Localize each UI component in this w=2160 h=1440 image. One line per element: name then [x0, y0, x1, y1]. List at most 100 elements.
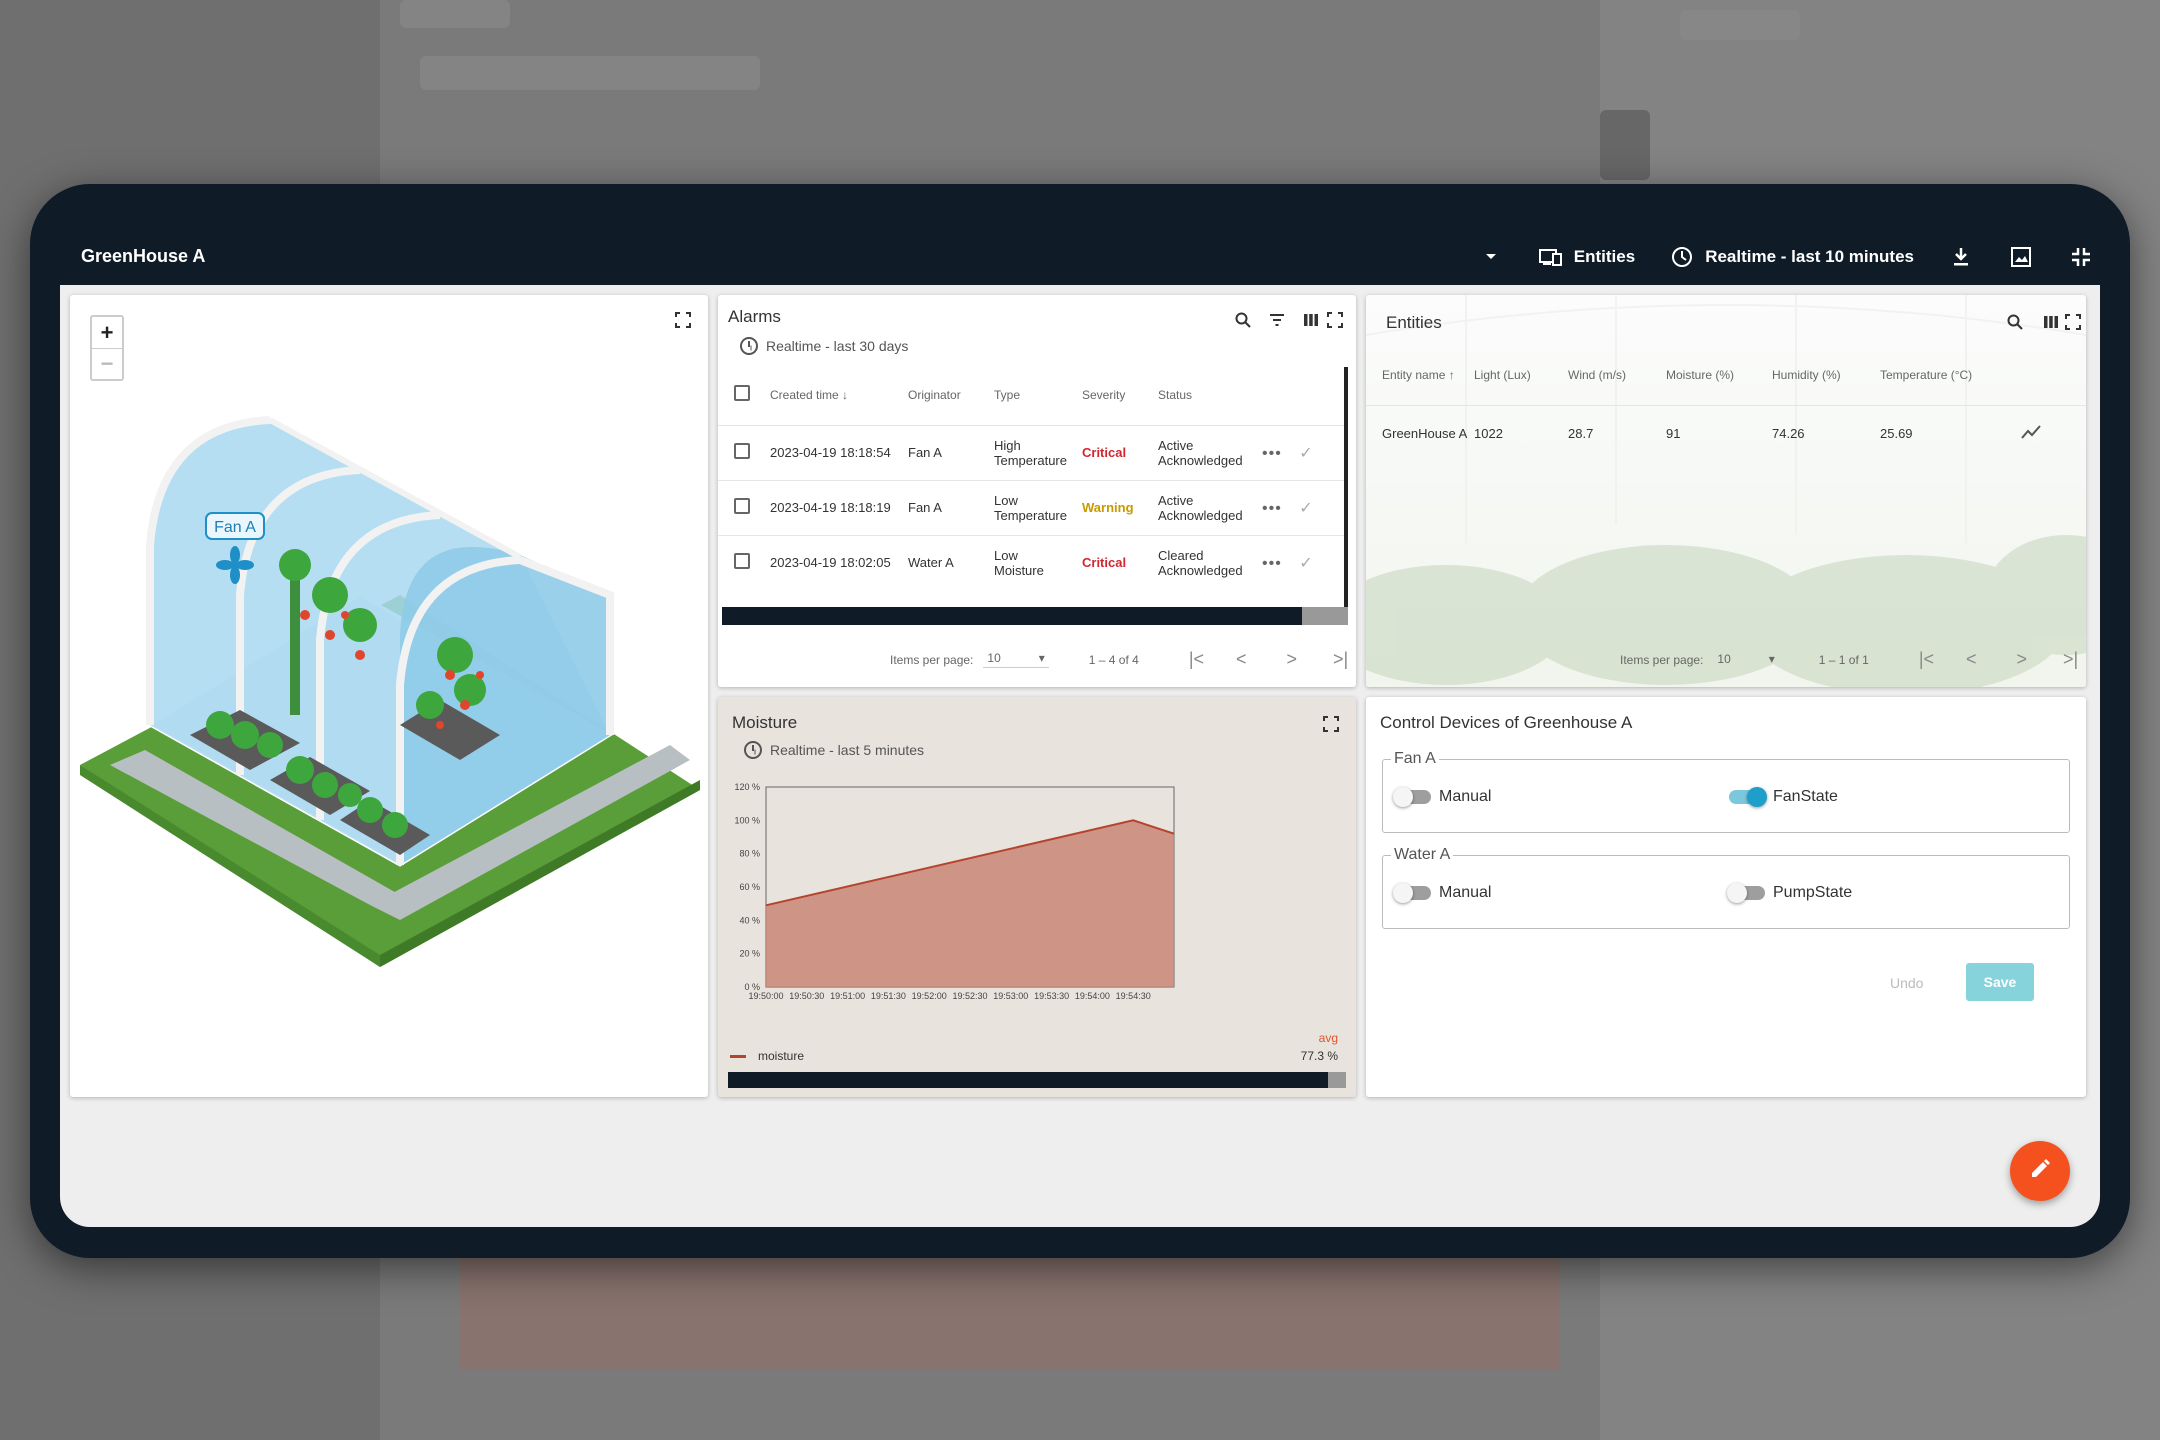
timewindow-label: Realtime - last 10 minutes	[1705, 247, 1914, 266]
y-tick-label: 100 %	[734, 815, 760, 825]
table-row[interactable]: GreenHouse A 1022 28.7 91 74.26 25.69	[1366, 404, 2086, 461]
water-manual-toggle[interactable]	[1393, 883, 1431, 903]
page-range: 1 – 4 of 4	[1088, 652, 1139, 667]
filter-icon[interactable]	[1264, 307, 1290, 333]
items-per-page-select[interactable]: 10 ▾	[1713, 652, 1778, 668]
alarm-type: Low Temperature	[994, 479, 1082, 535]
column-wind[interactable]: Wind (m/s)	[1568, 345, 1666, 405]
fan-a-group: Fan A Manual FanState	[1382, 750, 2070, 833]
columns-icon[interactable]	[1298, 307, 1324, 333]
more-icon[interactable]: •••	[1262, 500, 1282, 517]
fan-a-label: Fan A	[214, 519, 256, 536]
column-humidity[interactable]: Humidity (%)	[1772, 345, 1880, 405]
column-severity[interactable]: Severity	[1082, 365, 1158, 425]
devices-icon	[1538, 244, 1564, 270]
alarms-timewindow[interactable]: Realtime - last 30 days	[740, 337, 908, 355]
table-row[interactable]: 2023-04-19 18:18:19 Fan A Low Temperature…	[718, 479, 1346, 535]
row-checkbox[interactable]	[734, 553, 750, 570]
moisture-timewindow[interactable]: Realtime - last 5 minutes	[744, 741, 924, 759]
x-tick-label: 19:52:30	[952, 991, 987, 1001]
vertical-scrollbar[interactable]	[1344, 367, 1348, 617]
chevron-down-icon[interactable]	[1478, 244, 1504, 270]
acknowledge-icon[interactable]: ✓	[1299, 445, 1313, 462]
items-per-page-label: Items per page:	[1620, 652, 1704, 667]
moisture-area	[766, 820, 1174, 987]
fan-state-toggle[interactable]	[1729, 787, 1767, 807]
image-export-icon[interactable]	[2008, 244, 2034, 270]
fullscreen-icon[interactable]	[1322, 307, 1348, 333]
entity-name: GreenHouse A	[1366, 404, 1474, 461]
column-temperature[interactable]: Temperature (°C)	[1880, 345, 2020, 405]
dashboard-title: GreenHouse A	[81, 246, 206, 266]
alarm-originator: Water A	[908, 534, 994, 590]
undo-button[interactable]: Undo	[1890, 975, 1923, 991]
select-all-checkbox[interactable]	[734, 385, 750, 402]
timewindow-button[interactable]: Realtime - last 10 minutes	[1669, 244, 1914, 270]
more-icon[interactable]: •••	[1262, 445, 1282, 462]
column-light[interactable]: Light (Lux)	[1474, 345, 1568, 405]
pump-state-toggle[interactable]	[1727, 883, 1765, 903]
column-moisture[interactable]: Moisture (%)	[1666, 345, 1772, 405]
more-icon[interactable]: •••	[1262, 555, 1282, 572]
column-entity-name[interactable]: Entity name ↑	[1366, 345, 1474, 405]
first-page-icon[interactable]: |<	[1189, 649, 1204, 670]
entity-temperature: 25.69	[1880, 404, 2020, 461]
horizontal-scrollbar[interactable]	[722, 607, 1302, 625]
edit-dashboard-button[interactable]	[2010, 1141, 2070, 1201]
greenhouse-illustration: Fan A	[80, 416, 700, 967]
alarms-widget: Alarms Realtime - last 30 days Created t…	[718, 295, 1356, 687]
alarm-originator: Fan A	[908, 479, 994, 535]
legend-avg-label: avg	[1318, 1031, 1338, 1045]
alarms-title: Alarms	[728, 307, 781, 326]
fullscreen-icon[interactable]	[1318, 711, 1344, 737]
timeseries-icon[interactable]	[2020, 425, 2042, 443]
alarm-created: 2023-04-19 18:18:54	[770, 424, 908, 480]
water-manual-label: Manual	[1439, 884, 1492, 901]
entities-button[interactable]: Entities	[1538, 244, 1635, 270]
table-row[interactable]: 2023-04-19 18:02:05 Water A Low Moisture …	[718, 534, 1346, 590]
entities-label: Entities	[1573, 247, 1636, 266]
water-a-group: Water A Manual PumpState	[1382, 846, 2070, 929]
alarm-severity: Warning	[1082, 479, 1158, 535]
first-page-icon[interactable]: |<	[1919, 649, 1934, 670]
entity-wind: 28.7	[1568, 404, 1666, 461]
table-header: Created time ↓ Originator Type Severity …	[718, 365, 1346, 425]
x-tick-label: 19:51:00	[830, 991, 865, 1001]
items-per-page-label: Items per page:	[890, 652, 974, 667]
last-page-icon[interactable]: >|	[1333, 649, 1348, 670]
prev-page-icon[interactable]: <	[1966, 649, 1977, 670]
prev-page-icon[interactable]: <	[1236, 649, 1247, 670]
row-checkbox[interactable]	[734, 498, 750, 514]
x-tick-label: 19:50:30	[789, 991, 824, 1001]
column-originator[interactable]: Originator	[908, 365, 994, 425]
fullscreen-icon[interactable]	[2060, 309, 2086, 335]
fan-manual-toggle[interactable]	[1393, 787, 1431, 807]
save-button[interactable]: Save	[1966, 963, 2034, 1001]
x-tick-label: 19:51:30	[871, 991, 906, 1001]
acknowledge-icon[interactable]: ✓	[1299, 500, 1313, 517]
acknowledge-icon[interactable]: ✓	[1299, 555, 1313, 572]
background-chart	[460, 1250, 1560, 1370]
items-per-page-select[interactable]: 10 ▾	[983, 651, 1049, 668]
column-created-time[interactable]: Created time ↓	[770, 365, 908, 425]
table-row[interactable]: 2023-04-19 18:18:54 Fan A High Temperatur…	[718, 424, 1346, 480]
search-icon[interactable]	[1230, 307, 1256, 333]
last-page-icon[interactable]: >|	[2063, 649, 2078, 670]
column-status[interactable]: Status	[1158, 365, 1262, 425]
x-tick-label: 19:52:00	[912, 991, 947, 1001]
column-type[interactable]: Type	[994, 365, 1082, 425]
search-icon[interactable]	[2002, 309, 2028, 335]
legend-series-name[interactable]: moisture	[758, 1049, 804, 1063]
horizontal-scrollbar[interactable]	[728, 1072, 1328, 1088]
chart-legend: moisture avg 77.3 %	[730, 1031, 1350, 1067]
x-tick-label: 19:54:00	[1075, 991, 1110, 1001]
next-page-icon[interactable]: >	[1287, 649, 1298, 670]
download-icon[interactable]	[1948, 244, 1974, 270]
next-page-icon[interactable]: >	[2017, 649, 2028, 670]
row-checkbox[interactable]	[734, 443, 750, 459]
alarm-created: 2023-04-19 18:02:05	[770, 534, 908, 590]
page-range: 1 – 1 of 1	[1818, 652, 1869, 667]
exit-fullscreen-icon[interactable]	[2068, 244, 2094, 270]
entities-table: Entity name ↑ Light (Lux) Wind (m/s) Moi…	[1366, 345, 2086, 461]
water-a-group-title: Water A	[1391, 846, 1454, 864]
